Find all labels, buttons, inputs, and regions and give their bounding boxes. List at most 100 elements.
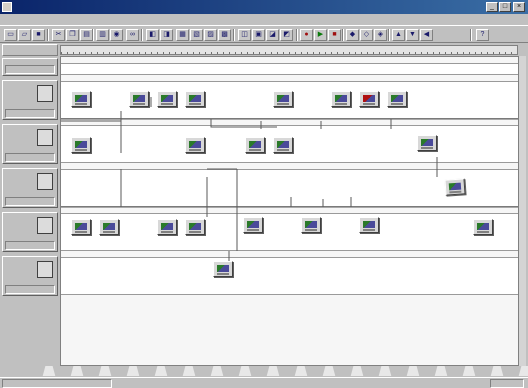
media-clip-block[interactable] [301,217,321,233]
close-button[interactable]: × [513,2,525,12]
toolbar-separator [233,29,235,41]
tool-icon[interactable]: ▲ [392,29,405,41]
cut-icon[interactable]: ✂ [52,29,65,41]
connector-line [290,197,352,207]
track-label [5,285,55,294]
timeline-canvas[interactable] [60,56,524,366]
tool-icon[interactable]: ▩ [218,29,231,41]
app-icon[interactable] [2,2,12,12]
media-clip-block[interactable] [359,217,379,233]
tool-icon[interactable]: ◇ [360,29,373,41]
track-strip-marker [378,366,392,376]
track-label [5,241,55,250]
media-clip-block[interactable] [185,91,205,107]
track-label [5,197,55,206]
toolbar: ▭ ▱ ■ ✂ ❐ ▤ ▥ ◉ ∞ ◧ ◨ ▦ ▧ ▨ ▩ ◫ ▣ ◪ ◩ ● ▶ ■ ◆ ◇ ◈ ▲ ▼ ◀? [0,25,528,43]
ruler-corner[interactable] [2,44,58,56]
menu-bar [0,14,528,25]
media-clip-block[interactable] [273,137,293,153]
media-clip-block[interactable] [243,217,263,233]
tool-icon[interactable]: ▧ [190,29,203,41]
tool-icon[interactable]: ◧ [146,29,159,41]
track-strip-marker [518,366,528,376]
help-icon[interactable]: ? [476,29,489,41]
media-clip-block[interactable] [71,219,91,235]
track-type-icon [37,261,53,278]
save-icon[interactable]: ■ [32,29,45,41]
track-strip-marker [322,366,336,376]
media-clip-block[interactable] [71,137,91,153]
stop-icon[interactable]: ■ [328,29,341,41]
bottom-track-strip [0,366,528,377]
status-right [490,379,524,388]
track-strip-marker [266,366,280,376]
print-icon[interactable]: ▥ [96,29,109,41]
tool-icon[interactable]: ▨ [204,29,217,41]
tool-icon[interactable]: ◪ [266,29,279,41]
media-clip-block[interactable] [331,91,351,107]
media-clip-block[interactable] [473,219,493,235]
vertical-scrollbar[interactable] [518,56,526,366]
tool-icon[interactable]: ◈ [374,29,387,41]
application-window: _ □ × ▭ ▱ ■ ✂ ❐ ▤ ▥ ◉ ∞ ◧ ◨ ▦ ▧ ▨ ▩ ◫ ▣ ◪ ◩ ● ▶ ■ ◆ ◇ ◈ ▲ ▼ ◀? [0,0,528,388]
title-bar[interactable]: _ □ × [0,0,528,14]
track-header[interactable] [2,212,58,252]
media-clip-block[interactable] [245,137,265,153]
tool-icon[interactable]: ▼ [406,29,419,41]
track-strip-marker [210,366,224,376]
media-clip-block[interactable] [157,219,177,235]
track-strip-marker [434,366,448,376]
track-header[interactable] [2,58,58,76]
track-strip-marker [70,366,84,376]
media-clip-block[interactable] [185,219,205,235]
tool-icon[interactable]: ◫ [238,29,251,41]
track-strip-marker [42,366,56,376]
connector-line [207,168,238,251]
new-icon[interactable]: ▭ [4,29,17,41]
minimize-button[interactable]: _ [486,2,498,12]
track-header[interactable] [2,80,58,120]
toolbar-separator [388,29,390,41]
track-header[interactable] [2,168,58,208]
zoom-icon[interactable]: ◉ [110,29,123,41]
track-strip-marker [126,366,140,376]
track-strip-marker [182,366,196,376]
track-header[interactable] [2,256,58,296]
track-type-icon [37,85,53,102]
media-clip-block[interactable] [387,91,407,107]
tool-icon[interactable]: ◆ [346,29,359,41]
play-icon[interactable]: ▶ [314,29,327,41]
media-clip-block[interactable] [157,91,177,107]
track-type-icon [37,129,53,146]
track-strip-marker [490,366,504,376]
copy-icon[interactable]: ❐ [66,29,79,41]
status-left [2,379,112,388]
media-clip-block[interactable] [71,91,91,107]
track-strip-marker [98,366,112,376]
ruler-row [0,44,528,56]
track-type-icon [37,173,53,190]
media-clip-block[interactable] [273,91,293,107]
media-clip-block[interactable] [213,261,233,277]
connector-line [260,121,322,129]
media-clip-block[interactable] [185,137,205,153]
media-clip-block[interactable] [444,178,466,196]
tool-icon[interactable]: ◨ [160,29,173,41]
tool-icon[interactable]: ▦ [176,29,189,41]
tool-icon[interactable]: ◀ [420,29,433,41]
toolbar-separator [296,29,298,41]
track-header[interactable] [2,124,58,164]
time-ruler[interactable] [60,45,518,55]
open-icon[interactable]: ▱ [18,29,31,41]
record-icon[interactable]: ● [300,29,313,41]
track-label [5,65,55,74]
toolbar-separator [342,29,344,41]
media-clip-block[interactable] [359,91,379,107]
media-clip-block[interactable] [99,219,119,235]
binoculars-icon[interactable]: ∞ [126,29,139,41]
tool-icon[interactable]: ▣ [252,29,265,41]
maximize-button[interactable]: □ [499,2,511,12]
media-clip-block[interactable] [417,135,437,151]
tool-icon[interactable]: ◩ [280,29,293,41]
media-clip-block[interactable] [129,91,149,107]
